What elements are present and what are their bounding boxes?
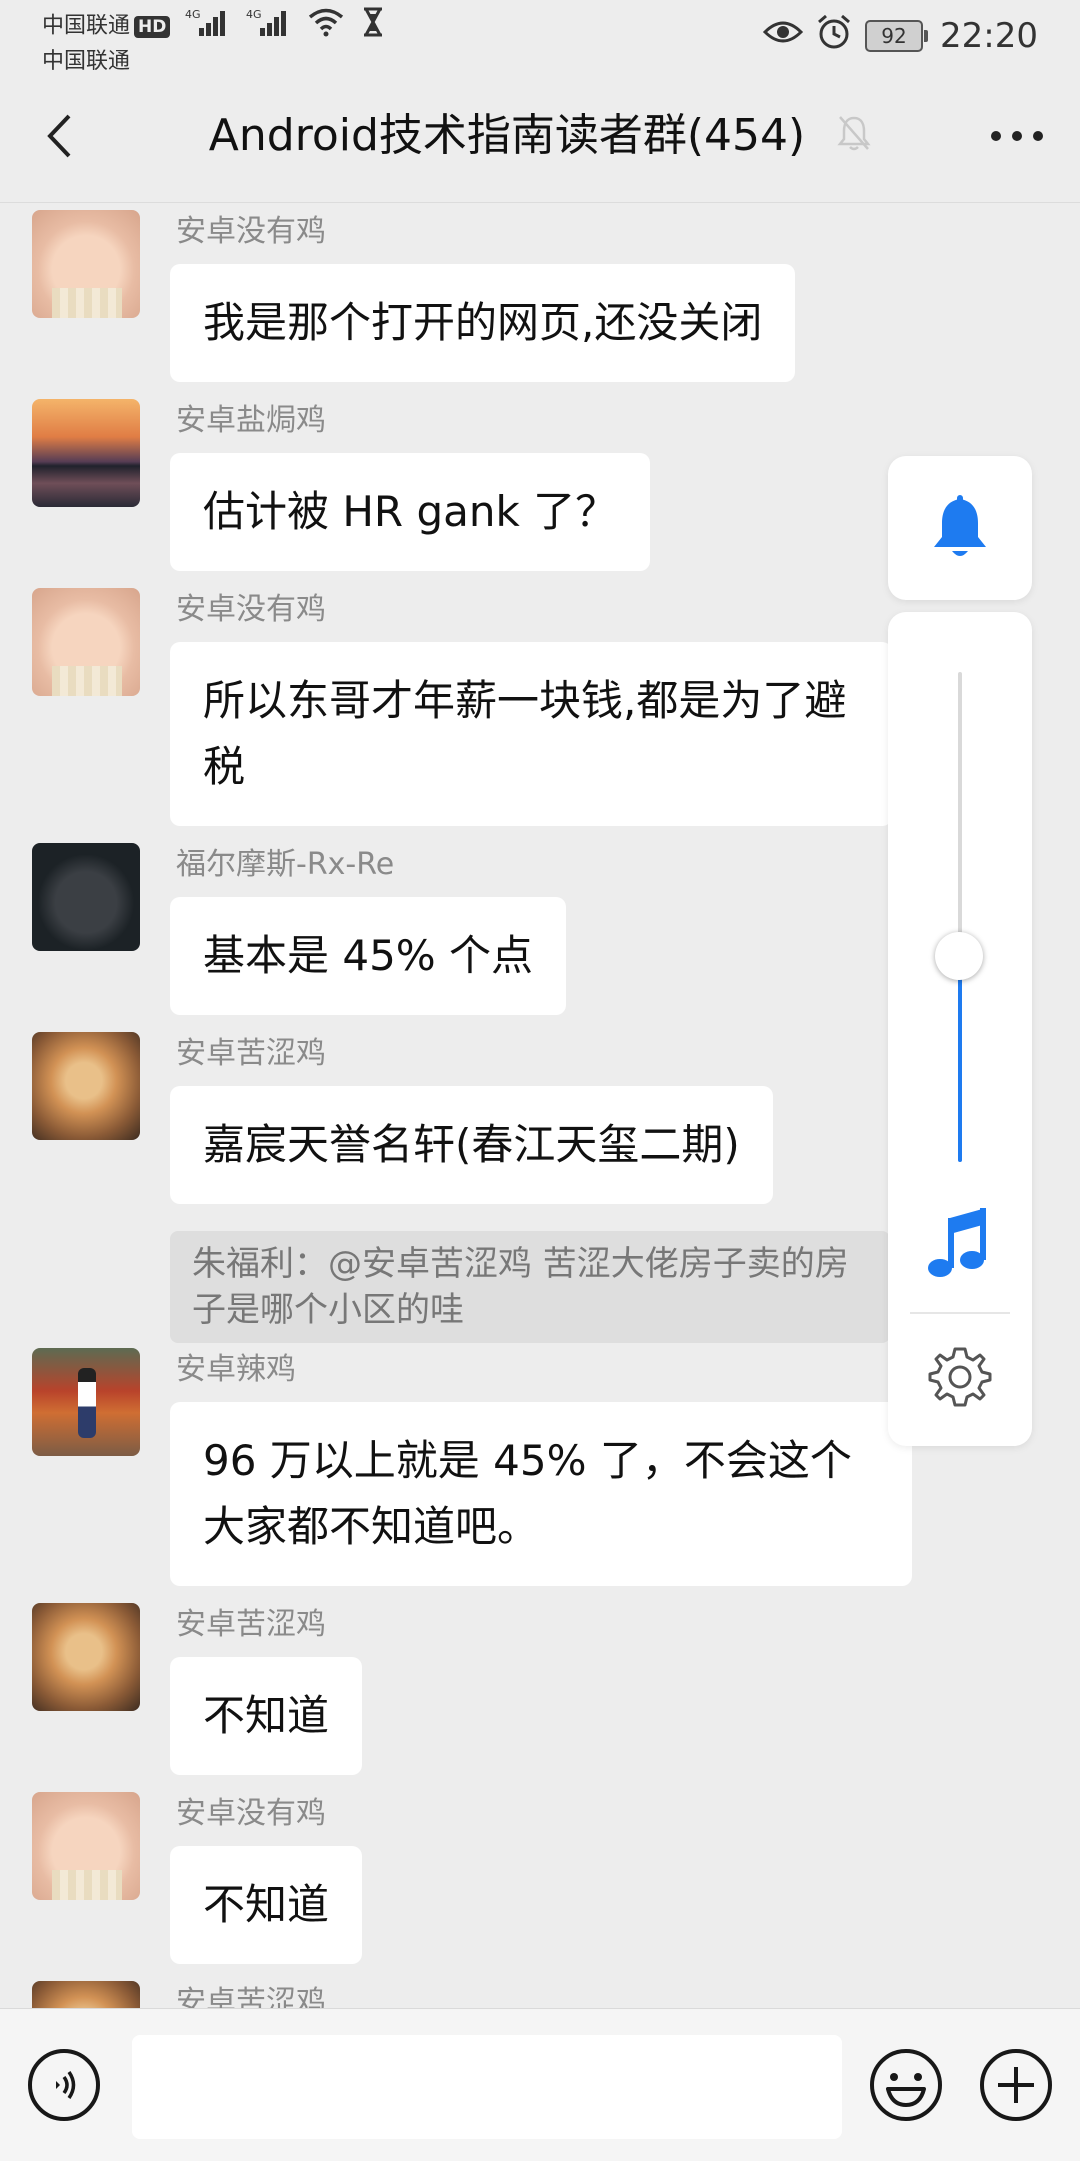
volume-slider-fill [958,956,962,1162]
avatar[interactable] [32,588,140,696]
status-bar: 中国联通 HD 4G 4G 中国联通 92 22:20 [0,0,1080,74]
bell-off-icon [837,108,871,168]
message-input[interactable] [132,2035,842,2139]
sender-name: 安卓盐焗鸡 [176,403,326,438]
message-bubble[interactable]: 我是那个打开的网页,还没关闭 [170,264,796,382]
group-name: Android技术指南读者群(454) [208,110,806,161]
network-label-1: 4G [185,8,201,21]
more-actions-button[interactable] [978,2047,1054,2123]
voice-input-button[interactable] [28,2049,100,2121]
more-button[interactable] [984,106,1050,166]
message-bubble[interactable]: 不知道 [170,1657,363,1775]
message-bubble[interactable]: 基本是 45% 个点 [170,897,567,1015]
message-bubble[interactable]: 嘉宸天誉名轩(春江天玺二期) [170,1086,773,1204]
sender-name: 福尔摩斯-Rx-Re [176,847,395,882]
music-note-icon[interactable] [924,1204,994,1288]
quoted-reply[interactable]: 朱福利：@安卓苦涩鸡 苦涩大佬房子卖的房子是哪个小区的哇 [170,1231,890,1343]
battery-indicator: 92 [865,20,929,52]
input-bar [0,2008,1080,2161]
hd-badge: HD [134,15,171,38]
sender-name: 安卓苦涩鸡 [176,1036,326,1071]
gear-icon[interactable] [928,1345,992,1413]
divider [910,1312,1010,1314]
sender-name: 安卓没有鸡 [176,592,326,627]
eye-icon [762,16,804,56]
alarm-icon [815,13,853,60]
message-bubble[interactable]: 估计被 HR gank 了？ [170,453,651,571]
message-bubble[interactable]: 所以东哥才年薪一块钱,都是为了避税 [170,642,892,826]
avatar[interactable] [32,843,140,951]
signal-icon-2: 4G [246,6,292,47]
battery-level: 92 [865,20,924,52]
carrier-1: 中国联通 [42,13,131,39]
signal-icon-1: 4G [185,6,231,47]
avatar[interactable] [32,1792,140,1900]
ringer-mode-button[interactable] [888,456,1032,600]
avatar[interactable] [32,1032,140,1140]
sender-name: 安卓没有鸡 [176,1796,326,1831]
avatar[interactable] [32,210,140,318]
sender-name: 安卓辣鸡 [176,1352,296,1387]
bell-icon [934,495,986,556]
status-right: 92 22:20 [762,13,1038,60]
sender-name: 安卓苦涩鸡 [176,1607,326,1642]
avatar[interactable] [32,399,140,507]
avatar[interactable] [32,1981,140,2008]
network-label-2: 4G [246,8,262,21]
volume-panel [888,612,1032,1446]
voice-icon [56,2071,76,2099]
carrier-info: 中国联通 HD 4G 4G 中国联通 [42,6,386,77]
hourglass-icon [360,6,386,47]
avatar[interactable] [32,1348,140,1456]
message-bubble[interactable]: 不知道 [170,1846,363,1964]
wifi-icon [307,7,345,46]
emoji-icon [870,2049,942,2121]
more-icon [991,131,1043,141]
sender-name: 安卓没有鸡 [176,214,326,249]
clock: 22:20 [940,16,1038,56]
emoji-button[interactable] [868,2047,944,2123]
message-bubble[interactable]: 96 万以上就是 45% 了，不会这个大家都不知道吧。 [170,1402,912,1586]
chat-header: Android技术指南读者群(454) [0,70,1080,203]
avatar[interactable] [32,1603,140,1711]
sender-name: 安卓苦涩鸡 [176,1985,326,2008]
volume-slider-thumb[interactable] [935,932,983,981]
page-title: Android技术指南读者群(454) [0,106,1080,168]
plus-icon [980,2049,1052,2121]
